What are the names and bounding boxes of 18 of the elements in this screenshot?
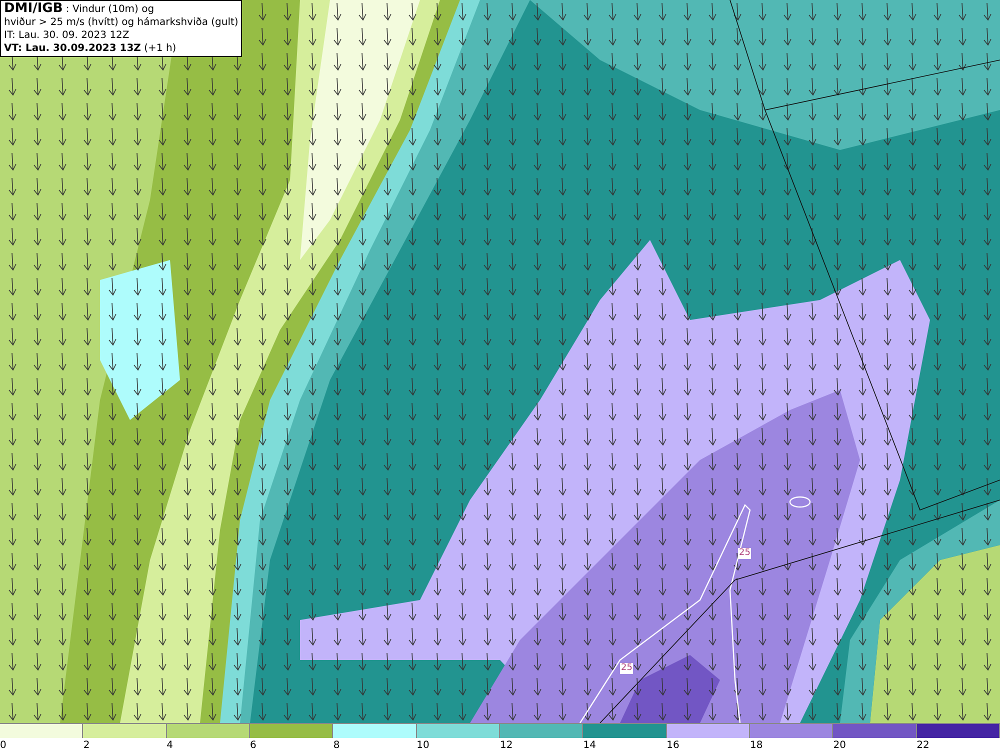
legend-tick-label: 4 — [166, 739, 174, 753]
contour-label: 25 — [620, 663, 634, 674]
contour-label: 25 — [738, 548, 752, 559]
legend-tick-label: 10 — [416, 739, 430, 753]
subtitle-line: hviður > 25 m/s (hvítt) og hámarkshviða (gult) — [4, 16, 238, 29]
legend-tick-label: 22 — [916, 739, 930, 753]
title-line: DMI/IGB : Vindur (10m) og — [4, 2, 156, 16]
legend-tick-label: 0 — [0, 739, 8, 753]
legend-tick-label: 20 — [833, 739, 848, 753]
legend-tick-label: 2 — [83, 739, 91, 753]
legend-tick-label: 6 — [250, 739, 258, 753]
legend-tick-label: 18 — [750, 739, 764, 753]
legend-tick-label: 16 — [666, 739, 680, 753]
init-time: IT: Lau. 30. 09. 2023 12Z — [4, 29, 130, 42]
legend-tick-label: 8 — [333, 739, 341, 753]
valid-time: VT: Lau. 30.09.2023 13Z (+1 h) — [4, 42, 178, 55]
legend-tick-label: 12 — [500, 739, 514, 753]
legend-tick-label: 14 — [583, 739, 598, 753]
